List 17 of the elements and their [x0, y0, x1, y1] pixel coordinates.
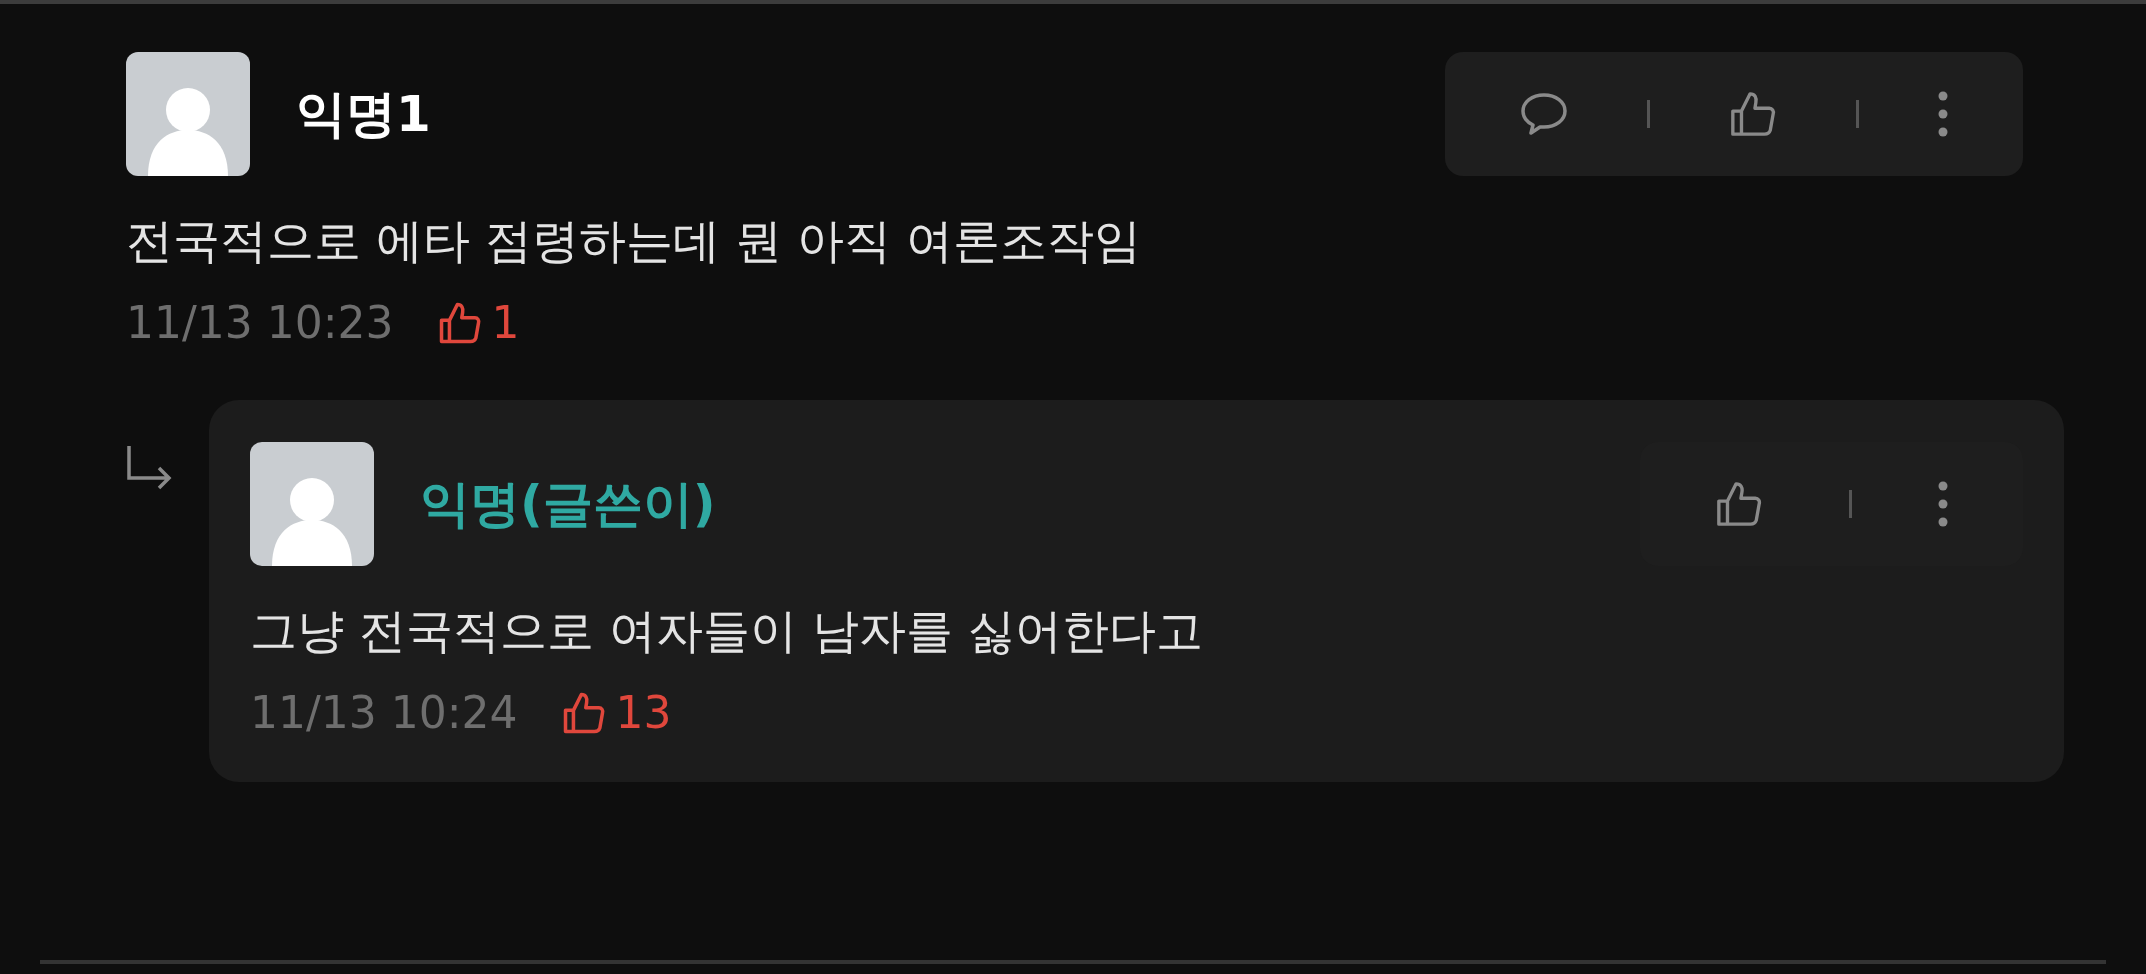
thumbs-up-icon: [437, 300, 482, 345]
comment-text: 전국적으로 에타 점령하는데 뭔 아직 여론조작임: [126, 212, 1142, 270]
author-name: 익명1: [296, 83, 431, 145]
author-name: 익명(글쓴이): [420, 473, 716, 535]
like-count: 1: [491, 297, 520, 349]
more-icon[interactable]: [1937, 90, 1949, 138]
reply-text: 그냥 전국적으로 여자들이 남자를 싫어한다고: [250, 602, 1204, 661]
thumbs-up-icon: [561, 690, 606, 735]
more-icon[interactable]: [1937, 480, 1949, 529]
timestamp: 11/13 10:23: [126, 297, 394, 349]
thumbs-up-icon[interactable]: [1728, 90, 1778, 138]
avatar-icon: [126, 52, 250, 176]
like-count: 13: [615, 687, 672, 739]
avatar-icon: [250, 442, 374, 567]
comment-icon[interactable]: [1519, 90, 1569, 138]
timestamp: 11/13 10:24: [250, 687, 518, 739]
thumbs-up-icon[interactable]: [1714, 480, 1764, 529]
